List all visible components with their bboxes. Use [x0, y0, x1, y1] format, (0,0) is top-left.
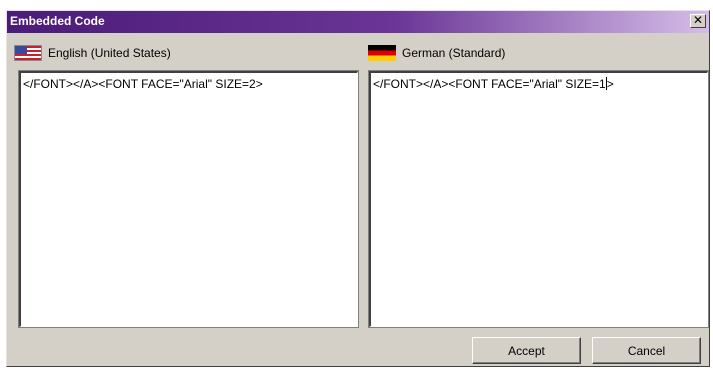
source-language-label: English (United States) — [48, 46, 171, 60]
cancel-button-label: Cancel — [627, 343, 666, 358]
accept-button[interactable]: Accept — [472, 337, 581, 364]
target-code-text-before-caret: </FONT></A><FONT FACE="Arial" SIZE=1 — [373, 77, 606, 91]
target-language-label: German (Standard) — [402, 46, 506, 60]
target-code-text-after-caret: > — [606, 77, 614, 91]
source-code-text: </FONT></A><FONT FACE="Arial" SIZE=2> — [23, 77, 263, 91]
target-code-textarea[interactable]: </FONT></A><FONT FACE="Arial" SIZE=1> — [368, 70, 709, 328]
accept-button-label: Accept — [508, 343, 545, 358]
target-language-header: German (Standard) — [368, 45, 505, 61]
close-icon: ✕ — [692, 13, 704, 27]
dialog-title: Embedded Code — [10, 14, 105, 28]
us-flag-icon — [14, 45, 42, 61]
cancel-button[interactable]: Cancel — [592, 337, 701, 364]
title-bar[interactable]: Embedded Code ✕ — [7, 11, 709, 33]
embedded-code-dialog: Embedded Code ✕ English (United States) … — [6, 10, 710, 367]
close-button[interactable]: ✕ — [690, 14, 706, 28]
de-flag-icon — [368, 45, 396, 61]
source-code-textarea[interactable]: </FONT></A><FONT FACE="Arial" SIZE=2> — [18, 70, 359, 328]
source-language-header: English (United States) — [14, 45, 171, 61]
